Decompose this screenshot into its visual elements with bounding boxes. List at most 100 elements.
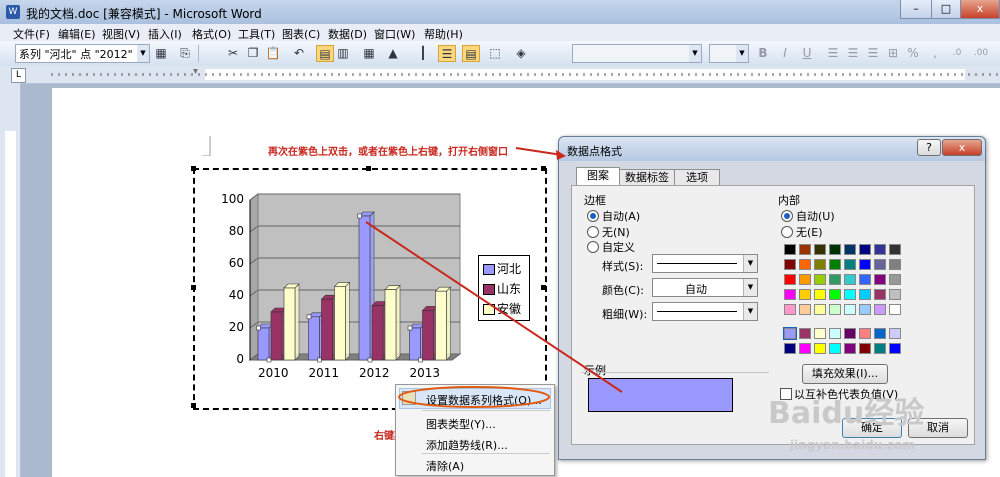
palette-swatch[interactable]	[844, 244, 856, 255]
chart-objects-dropdown[interactable]: 系列 "河北" 点 "2012" ▼	[15, 44, 150, 63]
menu-file[interactable]: 文件(F)	[13, 26, 50, 42]
radio-border-custom[interactable]	[587, 241, 599, 253]
underline-icon[interactable]: U	[798, 45, 816, 62]
chart-palette-swatch[interactable]	[799, 343, 811, 354]
palette-swatch[interactable]	[889, 259, 901, 270]
palette-swatch[interactable]	[799, 289, 811, 300]
palette-swatch[interactable]	[844, 259, 856, 270]
chevron-down-icon[interactable]: ▼	[736, 45, 748, 62]
chart-palette-swatch[interactable]	[874, 328, 886, 339]
font-size-dropdown[interactable]: ▼	[709, 44, 749, 63]
angle-text-icon[interactable]: ⬚	[486, 45, 504, 62]
legend-icon[interactable]: ▤	[462, 45, 480, 62]
palette-swatch[interactable]	[814, 304, 826, 315]
vertical-ruler[interactable]	[0, 83, 21, 477]
menu-chart[interactable]: 图表(C)	[282, 26, 320, 42]
align-left-icon[interactable]: ☰	[824, 45, 842, 62]
radio-border-none[interactable]	[587, 226, 599, 238]
palette-swatch[interactable]	[814, 259, 826, 270]
palette-swatch[interactable]	[874, 304, 886, 315]
menu-data[interactable]: 数据(D)	[328, 26, 367, 42]
radio-interior-none[interactable]	[781, 226, 793, 238]
palette-swatch[interactable]	[829, 274, 841, 285]
horizontal-ruler[interactable]	[0, 66, 1000, 84]
palette-swatch[interactable]	[889, 304, 901, 315]
percent-icon[interactable]: %	[904, 45, 922, 62]
chart-palette-swatch[interactable]	[829, 328, 841, 339]
resize-handle[interactable]	[541, 285, 546, 290]
palette-swatch[interactable]	[784, 244, 796, 255]
palette-swatch[interactable]	[784, 259, 796, 270]
resize-handle[interactable]	[191, 285, 196, 290]
chevron-down-icon[interactable]: ▼	[743, 303, 757, 320]
chart-legend[interactable]: 河北 山东 安徽	[478, 255, 530, 321]
chevron-down-icon[interactable]: ▼	[137, 45, 149, 62]
palette-swatch[interactable]	[844, 304, 856, 315]
by-row-icon[interactable]: ▤	[316, 45, 334, 62]
data-table-icon[interactable]: ▦	[360, 45, 378, 62]
palette-swatch[interactable]	[859, 304, 871, 315]
chart-palette-swatch[interactable]	[814, 343, 826, 354]
palette-swatch[interactable]	[799, 274, 811, 285]
tab-data-labels[interactable]: 数据标签	[619, 169, 675, 186]
format-selection-icon[interactable]: ▦	[152, 45, 170, 62]
color-combo[interactable]: 自动 ▼	[652, 278, 758, 297]
align-right-icon[interactable]: ☰	[864, 45, 882, 62]
resize-handle[interactable]	[191, 166, 196, 171]
menu-help[interactable]: 帮助(H)	[424, 26, 463, 42]
palette-swatch[interactable]	[844, 289, 856, 300]
resize-handle[interactable]	[191, 403, 196, 408]
palette-swatch[interactable]	[799, 259, 811, 270]
palette-swatch[interactable]	[889, 244, 901, 255]
palette-swatch[interactable]	[859, 244, 871, 255]
palette-swatch[interactable]	[829, 244, 841, 255]
radio-border-auto[interactable]	[587, 210, 599, 222]
palette-swatch[interactable]	[784, 274, 796, 285]
palette-swatch[interactable]	[814, 244, 826, 255]
paste-icon[interactable]: 📋	[264, 45, 282, 62]
center-icon[interactable]: ☰	[844, 45, 862, 62]
cut-icon[interactable]: ✂	[224, 45, 242, 62]
chart-palette-swatch[interactable]	[783, 327, 797, 340]
palette-swatch[interactable]	[829, 304, 841, 315]
palette-swatch[interactable]	[874, 289, 886, 300]
close-button[interactable]: x	[960, 0, 1000, 19]
bar-安徽-2011[interactable]	[333, 281, 351, 361]
chart-palette-swatch[interactable]	[784, 343, 796, 354]
chart-palette-swatch[interactable]	[829, 343, 841, 354]
palette-swatch[interactable]	[784, 304, 796, 315]
dialog-close-button[interactable]: x	[942, 139, 982, 156]
palette-swatch[interactable]	[889, 274, 901, 285]
chart-palette-swatch[interactable]	[799, 328, 811, 339]
menu-tools[interactable]: 工具(T)	[238, 26, 275, 42]
bar-安徽-2012[interactable]	[384, 284, 401, 361]
undo-icon[interactable]: ↶	[290, 45, 308, 62]
menu-window[interactable]: 窗口(W)	[374, 26, 415, 42]
chart-palette-swatch[interactable]	[889, 328, 901, 339]
palette-swatch[interactable]	[784, 289, 796, 300]
palette-swatch[interactable]	[859, 289, 871, 300]
chevron-down-icon[interactable]: ▼	[743, 279, 757, 296]
chevron-down-icon[interactable]: ▼	[689, 45, 701, 62]
copy-icon[interactable]: ❐	[244, 45, 262, 62]
palette-swatch[interactable]	[829, 289, 841, 300]
menu-item-add-trendline[interactable]: 添加趋势线(R)...	[426, 437, 508, 453]
palette-swatch[interactable]	[859, 274, 871, 285]
menu-item-format-data-series[interactable]: 设置数据系列格式(O)...	[426, 392, 542, 408]
by-column-icon[interactable]: ▥	[334, 45, 352, 62]
increase-decimal-icon[interactable]: .0	[948, 45, 966, 62]
chart-palette-swatch[interactable]	[859, 343, 871, 354]
decrease-decimal-icon[interactable]: .00	[972, 45, 990, 62]
palette-swatch[interactable]	[814, 274, 826, 285]
menu-edit[interactable]: 编辑(E)	[58, 26, 96, 42]
tab-patterns[interactable]: 图案	[576, 167, 620, 186]
value-axis-gridlines-icon[interactable]: ☰	[438, 45, 456, 62]
palette-swatch[interactable]	[799, 304, 811, 315]
palette-swatch[interactable]	[859, 259, 871, 270]
palette-swatch[interactable]	[829, 259, 841, 270]
palette-swatch[interactable]	[844, 274, 856, 285]
style-combo[interactable]: ▼	[652, 254, 758, 273]
menu-view[interactable]: 视图(V)	[102, 26, 140, 42]
radio-interior-auto[interactable]	[781, 210, 793, 222]
chart-palette-swatch[interactable]	[889, 343, 901, 354]
